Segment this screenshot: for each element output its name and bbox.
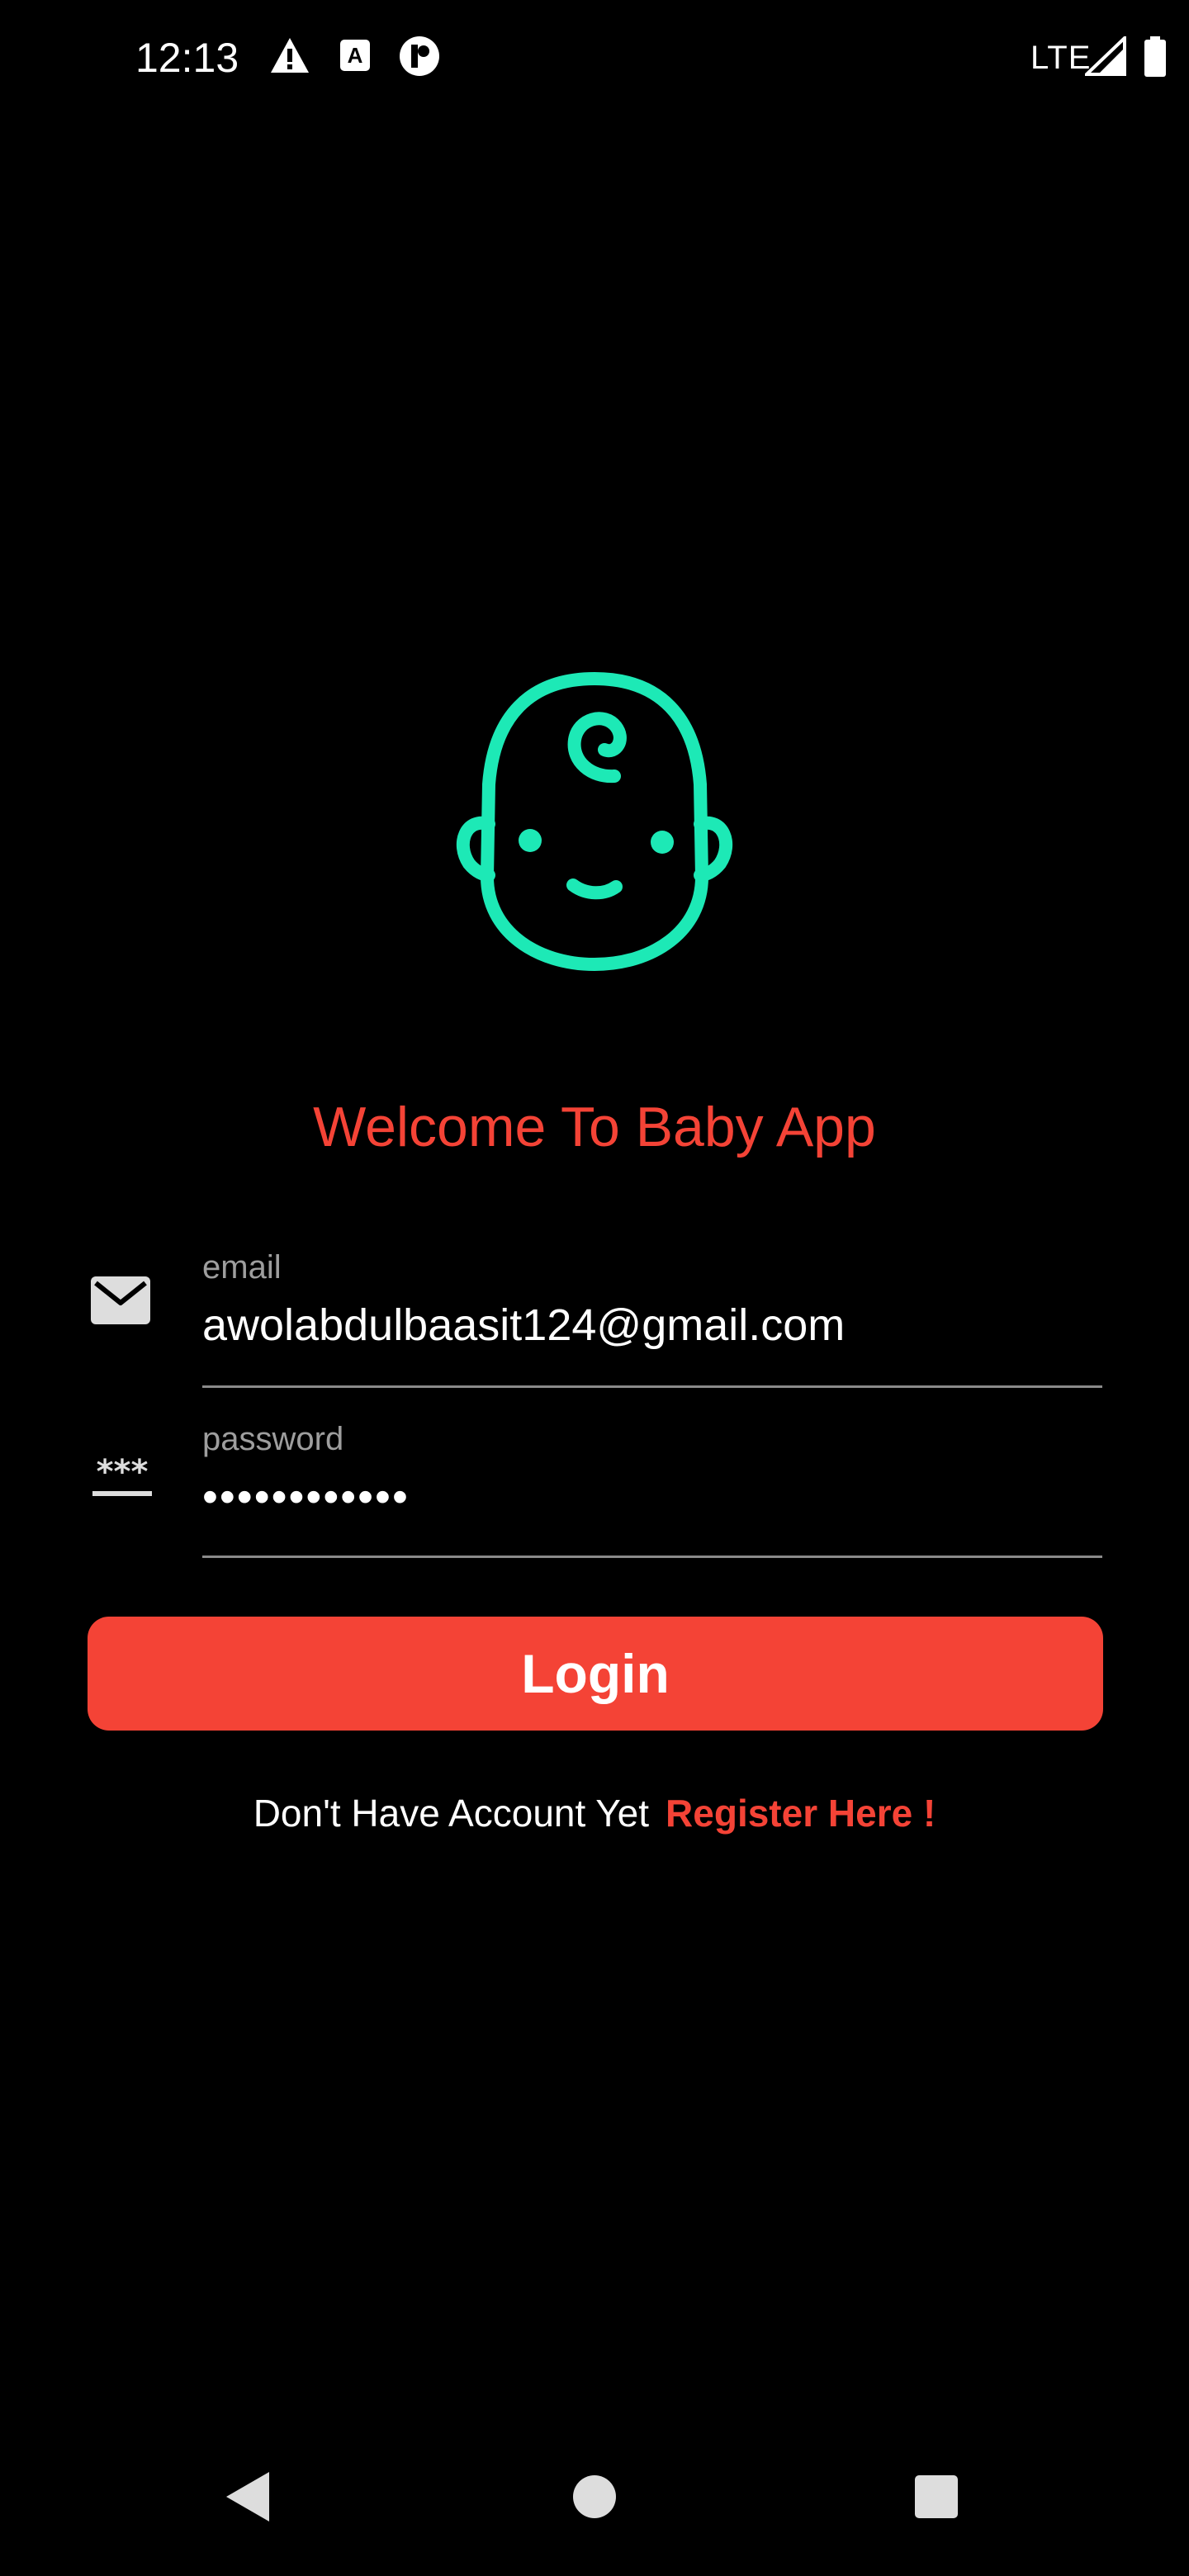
password-label: password [202, 1421, 344, 1457]
status-bar: 12:13 A LTE [0, 0, 1189, 116]
baby-face-icon [429, 669, 760, 974]
svg-text:A: A [348, 43, 363, 68]
password-underline [202, 1556, 1102, 1558]
register-prompt: Don't Have Account Yet [253, 1792, 650, 1835]
battery-icon [1143, 36, 1168, 82]
email-input[interactable] [202, 1296, 1102, 1354]
back-icon[interactable] [206, 2455, 289, 2538]
password-input[interactable]: •••••••••••• [202, 1468, 1102, 1526]
network-type: LTE [1030, 40, 1092, 76]
register-link[interactable]: Register Here ! [666, 1792, 936, 1835]
password-icon: *** [89, 1453, 155, 1503]
envelope-icon [89, 1275, 152, 1332]
page-title: Welcome To Baby App [313, 1096, 876, 1158]
alert-icon [269, 36, 310, 78]
recents-icon[interactable] [895, 2455, 978, 2538]
p-icon [398, 36, 441, 83]
svg-text:***: *** [97, 1453, 149, 1491]
email-label: email [202, 1249, 282, 1286]
email-underline [202, 1385, 1102, 1388]
register-row: Don't Have Account Yet Register Here ! [0, 1788, 1189, 1838]
email-field[interactable]: email [0, 1238, 1189, 1395]
status-time: 12:13 [135, 35, 239, 81]
a-icon: A [339, 36, 372, 78]
signal-icon [1082, 34, 1126, 80]
login-button[interactable]: Login [88, 1617, 1103, 1731]
navigation-bar [0, 2444, 1189, 2576]
password-field[interactable]: *** password •••••••••••• [0, 1410, 1189, 1567]
home-icon[interactable] [553, 2455, 636, 2538]
